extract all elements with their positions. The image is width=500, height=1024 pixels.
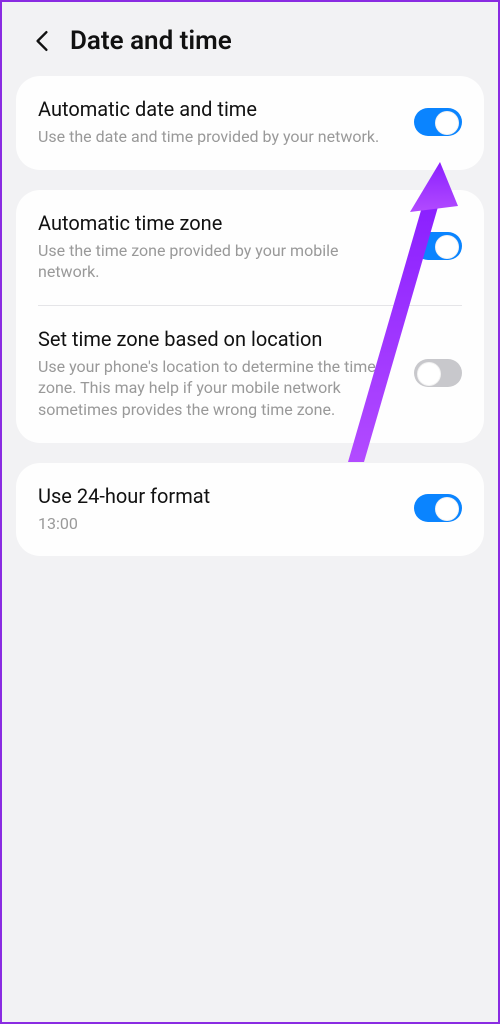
row-24hour[interactable]: Use 24-hour format 13:00 [16, 463, 484, 557]
loc-tz-title: Set time zone based on location [38, 326, 398, 352]
auto-datetime-toggle[interactable] [414, 108, 462, 136]
auto-tz-sub: Use the time zone provided by your mobil… [38, 240, 398, 283]
row-auto-datetime[interactable]: Automatic date and time Use the date and… [16, 76, 484, 170]
row-location-timezone[interactable]: Set time zone based on location Use your… [16, 306, 484, 443]
card-timezone: Automatic time zone Use the time zone pr… [16, 190, 484, 443]
header: Date and time [2, 2, 498, 76]
row-content: Automatic time zone Use the time zone pr… [38, 210, 398, 283]
auto-tz-title: Automatic time zone [38, 210, 398, 236]
back-icon[interactable] [32, 31, 52, 51]
auto-tz-toggle[interactable] [414, 232, 462, 260]
hr24-sub: 13:00 [38, 513, 398, 535]
auto-datetime-sub: Use the date and time provided by your n… [38, 126, 398, 148]
row-content: Automatic date and time Use the date and… [38, 96, 398, 148]
page-title: Date and time [70, 26, 232, 56]
auto-datetime-title: Automatic date and time [38, 96, 398, 122]
card-24hour: Use 24-hour format 13:00 [16, 463, 484, 557]
card-auto-datetime: Automatic date and time Use the date and… [16, 76, 484, 170]
row-content: Use 24-hour format 13:00 [38, 483, 398, 535]
row-auto-timezone[interactable]: Automatic time zone Use the time zone pr… [16, 190, 484, 305]
hr24-title: Use 24-hour format [38, 483, 398, 509]
row-content: Set time zone based on location Use your… [38, 326, 398, 421]
loc-tz-toggle[interactable] [414, 359, 462, 387]
hr24-toggle[interactable] [414, 494, 462, 522]
loc-tz-sub: Use your phone's location to determine t… [38, 356, 398, 421]
